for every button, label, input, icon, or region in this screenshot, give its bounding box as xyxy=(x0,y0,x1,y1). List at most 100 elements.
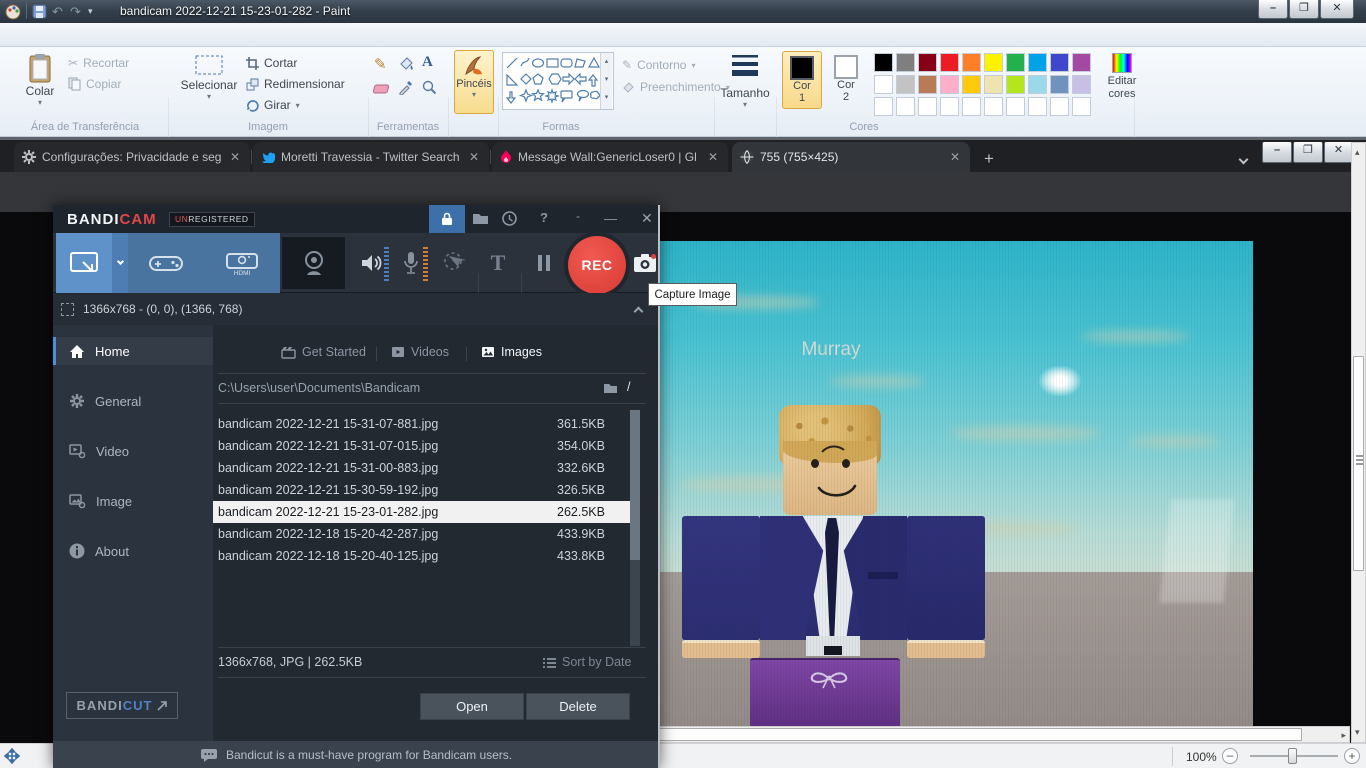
palette-swatch-empty[interactable] xyxy=(962,97,981,116)
mouse-effects-button[interactable] xyxy=(437,233,473,293)
paint-close-button[interactable]: ✕ xyxy=(1320,0,1354,19)
file-row[interactable]: bandicam 2022-12-21 15-31-07-881.jpg 361.… xyxy=(213,413,633,435)
palette-swatch[interactable] xyxy=(874,75,893,94)
palette-swatch[interactable] xyxy=(940,53,959,72)
text-overlay-button[interactable]: T xyxy=(483,233,513,293)
file-row[interactable]: bandicam 2022-12-21 15-30-59-192.jpg 326.… xyxy=(213,479,633,501)
new-tab-button[interactable]: + xyxy=(984,149,994,169)
quick-access-dropdown[interactable]: ▾ xyxy=(88,6,93,17)
paint-minimize-button[interactable]: – xyxy=(1258,0,1288,19)
browser-tab-fandom[interactable]: Message Wall:GenericLoser0 | Gl ✕ xyxy=(492,142,728,172)
palette-swatch[interactable] xyxy=(918,75,937,94)
path-root-link[interactable]: / xyxy=(627,380,630,394)
crop-button[interactable]: Cortar xyxy=(246,53,297,73)
scroll-right-arrow-icon[interactable]: ▸ xyxy=(1341,730,1346,741)
undo-button[interactable]: ↶ xyxy=(52,4,63,20)
palette-swatch[interactable] xyxy=(896,75,915,94)
palette-swatch-empty[interactable] xyxy=(940,97,959,116)
palette-swatch-empty[interactable] xyxy=(874,97,893,116)
palette-swatch[interactable] xyxy=(962,75,981,94)
bandicam-close-icon[interactable]: ✕ xyxy=(641,210,653,227)
redo-button[interactable]: ↷ xyxy=(70,4,81,20)
palette-swatch[interactable] xyxy=(1028,75,1047,94)
zoom-in-button[interactable]: + xyxy=(1344,748,1360,764)
chrome-minimize-button[interactable]: – xyxy=(1262,142,1292,163)
palette-swatch[interactable] xyxy=(984,75,1003,94)
zoom-out-button[interactable]: – xyxy=(1222,748,1238,764)
palette-swatch[interactable] xyxy=(896,53,915,72)
paste-button[interactable]: Colar ▾ xyxy=(18,52,62,107)
palette-swatch[interactable] xyxy=(962,53,981,72)
palette-swatch[interactable] xyxy=(918,53,937,72)
chrome-maximize-button[interactable]: ❐ xyxy=(1293,142,1323,163)
palette-swatch-empty[interactable] xyxy=(984,97,1003,116)
edit-colors-button[interactable]: Editar cores xyxy=(1100,53,1144,101)
capture-image-button[interactable] xyxy=(633,253,657,273)
palette-swatch-empty[interactable] xyxy=(1006,97,1025,116)
eraser-tool[interactable] xyxy=(373,81,390,95)
palette-swatch[interactable] xyxy=(1050,53,1069,72)
tab-close-icon[interactable]: ✕ xyxy=(228,150,242,164)
magnifier-tool[interactable] xyxy=(422,80,437,95)
collapse-chevron-icon[interactable] xyxy=(633,306,644,317)
vertical-scrollbar-thumb[interactable] xyxy=(1353,356,1364,571)
palette-swatch[interactable] xyxy=(940,75,959,94)
tab-videos[interactable]: Videos xyxy=(391,345,449,359)
color1-button[interactable]: Cor 1 xyxy=(782,51,822,109)
mode-dropdown-chevron[interactable] xyxy=(112,233,128,293)
pause-button[interactable] xyxy=(531,233,557,293)
file-list-scrollbar[interactable] xyxy=(630,410,640,646)
sort-by-date-button[interactable]: Sort by Date xyxy=(543,655,631,669)
bandicam-boss-minimize-icon[interactable]: - xyxy=(576,209,580,223)
palette-swatch-empty[interactable] xyxy=(1028,97,1047,116)
browser-tab-image[interactable]: 755 (755×425) ✕ xyxy=(732,142,970,172)
screen-recording-mode-button[interactable] xyxy=(56,233,112,293)
browser-tab-twitter[interactable]: Moretti Travessia - Twitter Search ✕ xyxy=(253,142,489,172)
palette-swatch-empty[interactable] xyxy=(1072,97,1091,116)
palette-swatch[interactable] xyxy=(1072,75,1091,94)
device-recording-mode-button[interactable]: HDMI xyxy=(203,233,280,293)
tab-close-icon[interactable]: ✕ xyxy=(948,150,962,164)
delete-button[interactable]: Delete xyxy=(526,693,630,720)
palette-swatch[interactable] xyxy=(1072,53,1091,72)
sidebar-item-video[interactable]: Video xyxy=(53,437,213,465)
webcam-button[interactable] xyxy=(282,237,345,289)
brushes-button[interactable]: Pincéis ▾ xyxy=(454,50,494,114)
browser-tab-settings[interactable]: Configurações: Privacidade e seg ✕ xyxy=(14,142,250,172)
speaker-volume-button[interactable] xyxy=(356,233,386,293)
schedule-clock-icon[interactable] xyxy=(502,211,517,226)
file-row[interactable]: bandicam 2022-12-18 15-20-40-125.jpg 433.… xyxy=(213,545,633,567)
color-palette[interactable] xyxy=(874,53,1096,116)
game-recording-mode-button[interactable] xyxy=(128,233,203,293)
vertical-scrollbar[interactable]: ▴ ▾ xyxy=(1351,142,1366,743)
microphone-button[interactable] xyxy=(397,233,425,293)
scroll-down-arrow-icon[interactable]: ▾ xyxy=(1355,727,1360,738)
sidebar-item-about[interactable]: About xyxy=(53,537,213,565)
tab-close-icon[interactable]: ✕ xyxy=(706,150,720,164)
tab-images[interactable]: Images xyxy=(481,345,542,359)
color2-button[interactable]: Cor 2 xyxy=(826,51,866,109)
palette-swatch-empty[interactable] xyxy=(896,97,915,116)
sidebar-item-general[interactable]: General xyxy=(53,387,213,415)
bandicut-logo-button[interactable]: BANDICUT xyxy=(66,692,178,719)
tab-get-started[interactable]: Get Started xyxy=(281,345,366,359)
pencil-tool[interactable]: ✎ xyxy=(374,55,387,73)
file-row[interactable]: bandicam 2022-12-21 15-31-00-883.jpg 332.… xyxy=(213,457,633,479)
boss-lock-button[interactable] xyxy=(429,205,465,233)
chrome-close-button[interactable]: ✕ xyxy=(1324,142,1353,163)
select-button[interactable]: Selecionar ▾ xyxy=(178,52,240,101)
fill-tool[interactable] xyxy=(398,55,414,71)
sidebar-item-image[interactable]: Image xyxy=(53,487,213,515)
file-row[interactable]: bandicam 2022-12-21 15-31-07-015.jpg 354.… xyxy=(213,435,633,457)
rec-button[interactable]: REC xyxy=(568,236,626,294)
zoom-slider-thumb[interactable] xyxy=(1288,748,1297,764)
palette-swatch[interactable] xyxy=(874,53,893,72)
file-list-scrollbar-thumb[interactable] xyxy=(630,410,640,560)
tab-search-chevron-icon[interactable] xyxy=(1238,152,1249,166)
shapes-scrollbar[interactable]: ▴ ▾ ▾ xyxy=(600,53,612,109)
rotate-button[interactable]: Girar ▾ xyxy=(246,95,300,115)
tab-close-icon[interactable]: ✕ xyxy=(467,150,481,164)
palette-swatch-empty[interactable] xyxy=(918,97,937,116)
shapes-grid[interactable]: ▴ ▾ ▾ xyxy=(502,52,614,110)
resize-button[interactable]: Redimensionar xyxy=(246,74,345,94)
